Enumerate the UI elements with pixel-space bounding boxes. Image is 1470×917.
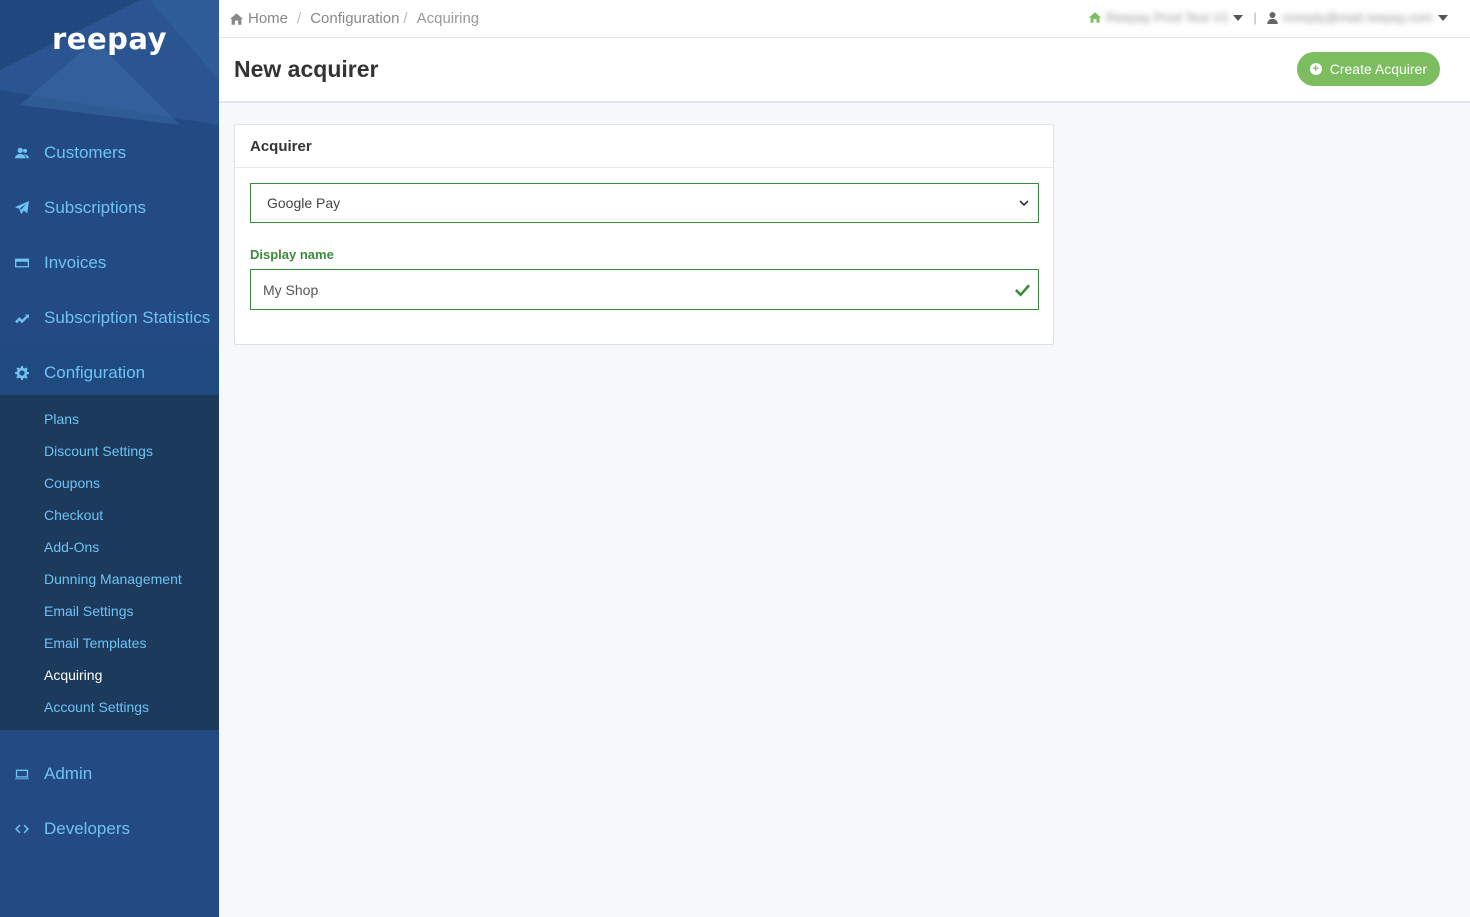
submenu-item-checkout[interactable]: Checkout: [44, 507, 103, 523]
user-email[interactable]: noreply@mail.reepay.com: [1283, 10, 1433, 25]
chart-line-icon: [0, 311, 44, 325]
sidebar: reepay Customers Subscriptions Invoices …: [0, 0, 219, 917]
display-name-input[interactable]: My Shop: [250, 269, 1039, 310]
account-name[interactable]: Reepay Prod Test V2: [1106, 10, 1229, 25]
sidebar-item-customers[interactable]: Customers: [0, 125, 219, 180]
sidebar-item-label: Subscriptions: [44, 197, 147, 217]
display-name-label: Display name: [250, 247, 334, 262]
sidebar-item-developers[interactable]: Developers: [0, 801, 219, 856]
breadcrumb: Home / Configuration / Acquiring: [230, 10, 479, 27]
submenu-item-add-ons[interactable]: Add-Ons: [44, 539, 99, 555]
submenu-item-account-settings[interactable]: Account Settings: [44, 699, 149, 715]
user-icon: [1267, 11, 1278, 24]
gear-icon: [0, 365, 44, 380]
sidebar-item-admin[interactable]: Admin: [0, 746, 219, 801]
sidebar-item-label: Invoices: [44, 252, 107, 272]
users-icon: [0, 146, 44, 160]
submenu-item-email-templates[interactable]: Email Templates: [44, 635, 146, 651]
plus-circle-icon: +: [1309, 63, 1322, 75]
credit-card-icon: [0, 256, 44, 270]
sidebar-item-label: Admin: [44, 763, 93, 783]
monitor-icon: [0, 767, 44, 781]
acquirer-select-value: Google Pay: [267, 195, 341, 211]
configuration-submenu: Plans Discount Settings Coupons Checkout…: [0, 395, 219, 730]
sidebar-item-label: Developers: [44, 818, 130, 838]
topbar: Home / Configuration / Acquiring Reepay …: [219, 0, 1470, 38]
submenu-item-email-settings[interactable]: Email Settings: [44, 603, 133, 619]
sidebar-item-configuration[interactable]: Configuration: [0, 345, 219, 400]
breadcrumb-acquiring: Acquiring: [416, 10, 480, 27]
sidebar-item-invoices[interactable]: Invoices: [0, 235, 219, 290]
create-acquirer-button[interactable]: + Create Acquirer: [1296, 52, 1440, 86]
breadcrumb-separator: /: [297, 10, 302, 27]
chevron-down-icon: [1019, 200, 1029, 207]
checkmark-icon: [1015, 284, 1030, 297]
chevron-down-icon[interactable]: [1233, 14, 1244, 21]
page-title: New acquirer: [234, 56, 379, 82]
acquirer-select[interactable]: Google Pay: [250, 183, 1039, 223]
create-acquirer-label: Create Acquirer: [1329, 61, 1427, 77]
card-title: Acquirer: [235, 125, 1053, 168]
display-name-value: My Shop: [263, 281, 319, 298]
sidebar-item-subscriptions[interactable]: Subscriptions: [0, 180, 219, 235]
breadcrumb-home[interactable]: Home: [248, 10, 288, 27]
submenu-item-acquiring[interactable]: Acquiring: [44, 667, 102, 683]
breadcrumb-separator: /: [403, 10, 408, 27]
sidebar-item-label: Subscription Statistics: [44, 307, 211, 327]
code-icon: [0, 822, 44, 836]
breadcrumb-configuration[interactable]: Configuration: [310, 10, 399, 27]
reepay-logo[interactable]: reepay: [0, 22, 219, 56]
submenu-item-plans[interactable]: Plans: [44, 411, 79, 427]
separator: |: [1253, 10, 1257, 25]
chevron-down-icon[interactable]: [1438, 14, 1448, 21]
submenu-item-discount-settings[interactable]: Discount Settings: [44, 443, 153, 459]
account-menu: Reepay Prod Test V2 | noreply@mail.reepa…: [1088, 10, 1448, 25]
sidebar-item-label: Customers: [44, 142, 127, 162]
page-header: New acquirer + Create Acquirer: [219, 38, 1470, 103]
paper-plane-icon: [0, 200, 44, 215]
sidebar-item-label: Configuration: [44, 362, 146, 382]
acquirer-card: Acquirer Google Pay Display name My Shop: [234, 124, 1054, 345]
sidebar-item-subscription-statistics[interactable]: Subscription Statistics: [0, 290, 219, 345]
submenu-item-dunning-management[interactable]: Dunning Management: [44, 571, 182, 587]
submenu-item-coupons[interactable]: Coupons: [44, 475, 100, 491]
home-icon: [230, 12, 243, 25]
home-icon: [1088, 12, 1101, 23]
